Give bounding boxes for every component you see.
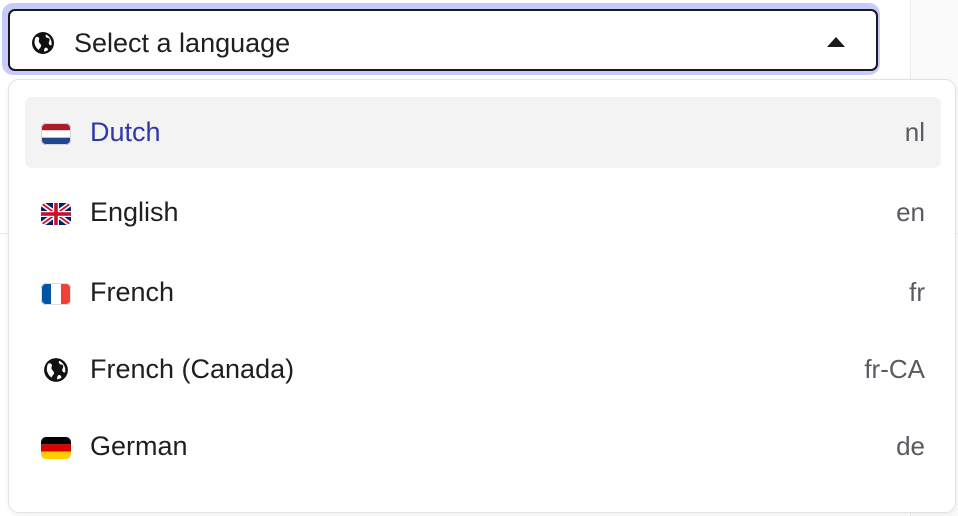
option-german[interactable]: German de xyxy=(25,411,941,482)
caret-up-icon[interactable] xyxy=(827,37,845,47)
select-placeholder: Select a language xyxy=(74,28,291,58)
globe-icon xyxy=(44,358,68,382)
option-code: fr xyxy=(909,277,925,307)
option-dutch[interactable]: Dutch nl xyxy=(25,97,941,168)
option-label: Dutch xyxy=(90,117,161,147)
option-english[interactable]: English en xyxy=(25,177,941,248)
flag-nl-icon xyxy=(41,123,71,145)
option-code: nl xyxy=(904,117,925,147)
option-code: en xyxy=(896,197,925,227)
option-label: French xyxy=(90,277,175,307)
language-select-focus-ring: Select a language xyxy=(2,3,880,75)
flag-de-icon xyxy=(41,437,71,459)
option-french[interactable]: French fr xyxy=(25,257,941,328)
flag-fr-icon xyxy=(41,283,71,305)
option-label: English xyxy=(90,197,179,227)
option-code: fr-CA xyxy=(864,354,925,384)
option-code: de xyxy=(896,431,925,461)
option-label: French (Canada) xyxy=(90,354,295,384)
flag-gb-icon xyxy=(41,203,71,225)
language-select[interactable]: Select a language xyxy=(8,9,878,71)
language-dropdown-menu: Dutch nl English en French fr French (Ca… xyxy=(8,79,956,513)
option-label: German xyxy=(90,431,188,461)
globe-icon xyxy=(32,32,54,54)
option-french-canada[interactable]: French (Canada) fr-CA xyxy=(25,334,941,405)
